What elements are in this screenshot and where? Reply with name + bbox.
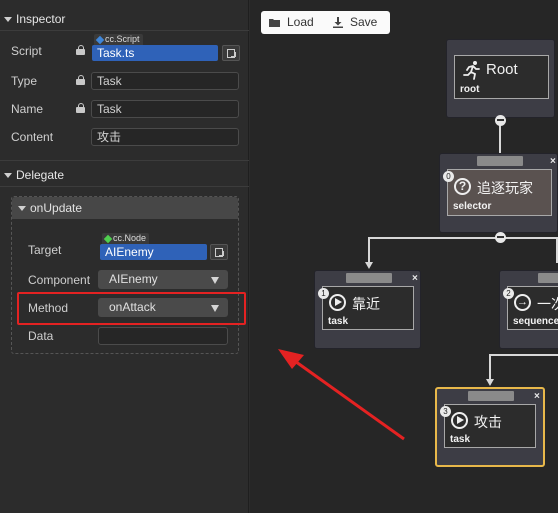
node-title: Root xyxy=(486,61,518,78)
locate-asset-icon[interactable] xyxy=(222,45,240,61)
type-field[interactable]: Task xyxy=(91,72,239,90)
node-index-badge: 3 xyxy=(440,406,451,417)
divider xyxy=(0,186,249,187)
target-ref-field[interactable]: cc.Node AIEnemy xyxy=(100,233,229,263)
component-value: AIEnemy xyxy=(109,272,158,286)
node-body: 靠近 task xyxy=(322,286,414,330)
question-icon: ? xyxy=(454,178,471,195)
node-root[interactable]: Root root xyxy=(446,39,555,118)
drag-handle[interactable] xyxy=(468,391,514,401)
delegate-group-header[interactable]: onUpdate xyxy=(12,197,238,219)
node-task-attack[interactable]: × 攻击 task 3 xyxy=(435,387,545,467)
collapse-triangle-icon xyxy=(4,17,12,23)
target-value: AIEnemy xyxy=(100,244,207,260)
target-type-label: cc.Node xyxy=(113,233,147,243)
play-icon xyxy=(329,294,346,311)
script-value: Task.ts xyxy=(92,45,218,61)
component-label: Component xyxy=(28,273,91,287)
node-body: → 一次 sequence xyxy=(507,286,558,330)
method-highlight-box xyxy=(17,292,246,325)
node-body: Root root xyxy=(454,55,549,99)
save-label: Save xyxy=(350,15,378,29)
node-index-badge: 1 xyxy=(318,288,329,299)
delegate-group-title: onUpdate xyxy=(30,201,83,215)
close-icon[interactable]: × xyxy=(550,156,556,167)
node-title: 追逐玩家 xyxy=(477,180,533,196)
node-index-badge: 2 xyxy=(503,288,514,299)
script-label: Script xyxy=(11,44,42,58)
collapse-triangle-icon xyxy=(4,173,12,179)
node-sequence[interactable]: → 一次 sequence 2 xyxy=(499,270,558,349)
inspector-section-header[interactable]: Inspector xyxy=(0,9,65,29)
load-label: Load xyxy=(287,15,314,29)
content-field[interactable]: 攻击 xyxy=(91,128,239,146)
close-icon[interactable]: × xyxy=(412,273,418,284)
dropdown-arrow-icon xyxy=(211,277,219,284)
connector-line xyxy=(368,237,558,239)
locate-node-icon[interactable] xyxy=(210,244,228,260)
node-type-label: task xyxy=(450,434,471,445)
drag-handle[interactable] xyxy=(477,156,523,166)
drag-handle[interactable] xyxy=(538,273,558,283)
data-label: Data xyxy=(28,329,54,343)
node-type-label: task xyxy=(328,316,349,327)
download-icon xyxy=(333,17,343,28)
node-type-label: selector xyxy=(453,201,492,212)
load-button[interactable]: Load xyxy=(261,11,325,34)
running-person-icon xyxy=(463,61,480,80)
drag-handle[interactable] xyxy=(346,273,392,283)
node-task-approach[interactable]: × 靠近 task 1 xyxy=(314,270,421,349)
script-type-label: cc.Script xyxy=(105,34,140,44)
node-body: 攻击 task xyxy=(444,404,536,448)
toolbar: Load Save xyxy=(261,11,390,34)
close-icon[interactable]: × xyxy=(534,391,540,402)
node-type-label: root xyxy=(460,84,480,95)
data-field[interactable] xyxy=(98,327,228,345)
component-select[interactable]: AIEnemy xyxy=(98,270,228,289)
delegate-section-header[interactable]: Delegate xyxy=(0,165,64,185)
connector-line xyxy=(489,354,558,356)
lock-icon xyxy=(76,103,85,113)
arrowhead-icon xyxy=(486,379,494,386)
name-field[interactable]: Task xyxy=(91,100,239,118)
annotation-arrow-icon xyxy=(278,349,405,441)
node-title: 靠近 xyxy=(352,296,380,312)
arrow-right-icon: → xyxy=(514,294,531,311)
save-button[interactable]: Save xyxy=(325,11,390,34)
divider xyxy=(0,160,249,161)
node-title: 攻击 xyxy=(474,414,502,430)
node-title: 一次 xyxy=(537,296,558,312)
collapse-port-icon[interactable] xyxy=(495,115,506,126)
script-ref-field[interactable]: cc.Script Task.ts xyxy=(92,34,240,64)
collapse-port-icon[interactable] xyxy=(495,232,506,243)
collapse-triangle-icon xyxy=(18,206,26,212)
play-icon xyxy=(451,412,468,429)
script-type-tag: cc.Script xyxy=(94,34,143,45)
target-type-tag: cc.Node xyxy=(102,233,150,244)
content-label: Content xyxy=(11,130,54,144)
divider xyxy=(0,30,249,31)
inspector-panel: Inspector Script cc.Script Task.ts Type … xyxy=(0,0,249,513)
node-index-badge: 0 xyxy=(443,171,454,182)
node-body: ? 追逐玩家 selector xyxy=(447,169,552,216)
delegate-title: Delegate xyxy=(16,168,65,182)
folder-icon xyxy=(269,19,280,27)
lock-icon xyxy=(76,75,85,85)
diamond-icon xyxy=(103,234,113,243)
diamond-icon xyxy=(95,35,105,44)
inspector-title: Inspector xyxy=(16,12,66,26)
node-type-label: sequence xyxy=(513,316,558,327)
arrowhead-icon xyxy=(365,262,373,269)
type-label: Type xyxy=(11,74,38,88)
lock-icon xyxy=(76,45,85,55)
node-selector[interactable]: × ? 追逐玩家 selector 0 xyxy=(439,153,558,233)
connector-line xyxy=(368,237,370,263)
name-label: Name xyxy=(11,102,44,116)
target-label: Target xyxy=(28,243,62,257)
connector-line xyxy=(489,354,491,380)
